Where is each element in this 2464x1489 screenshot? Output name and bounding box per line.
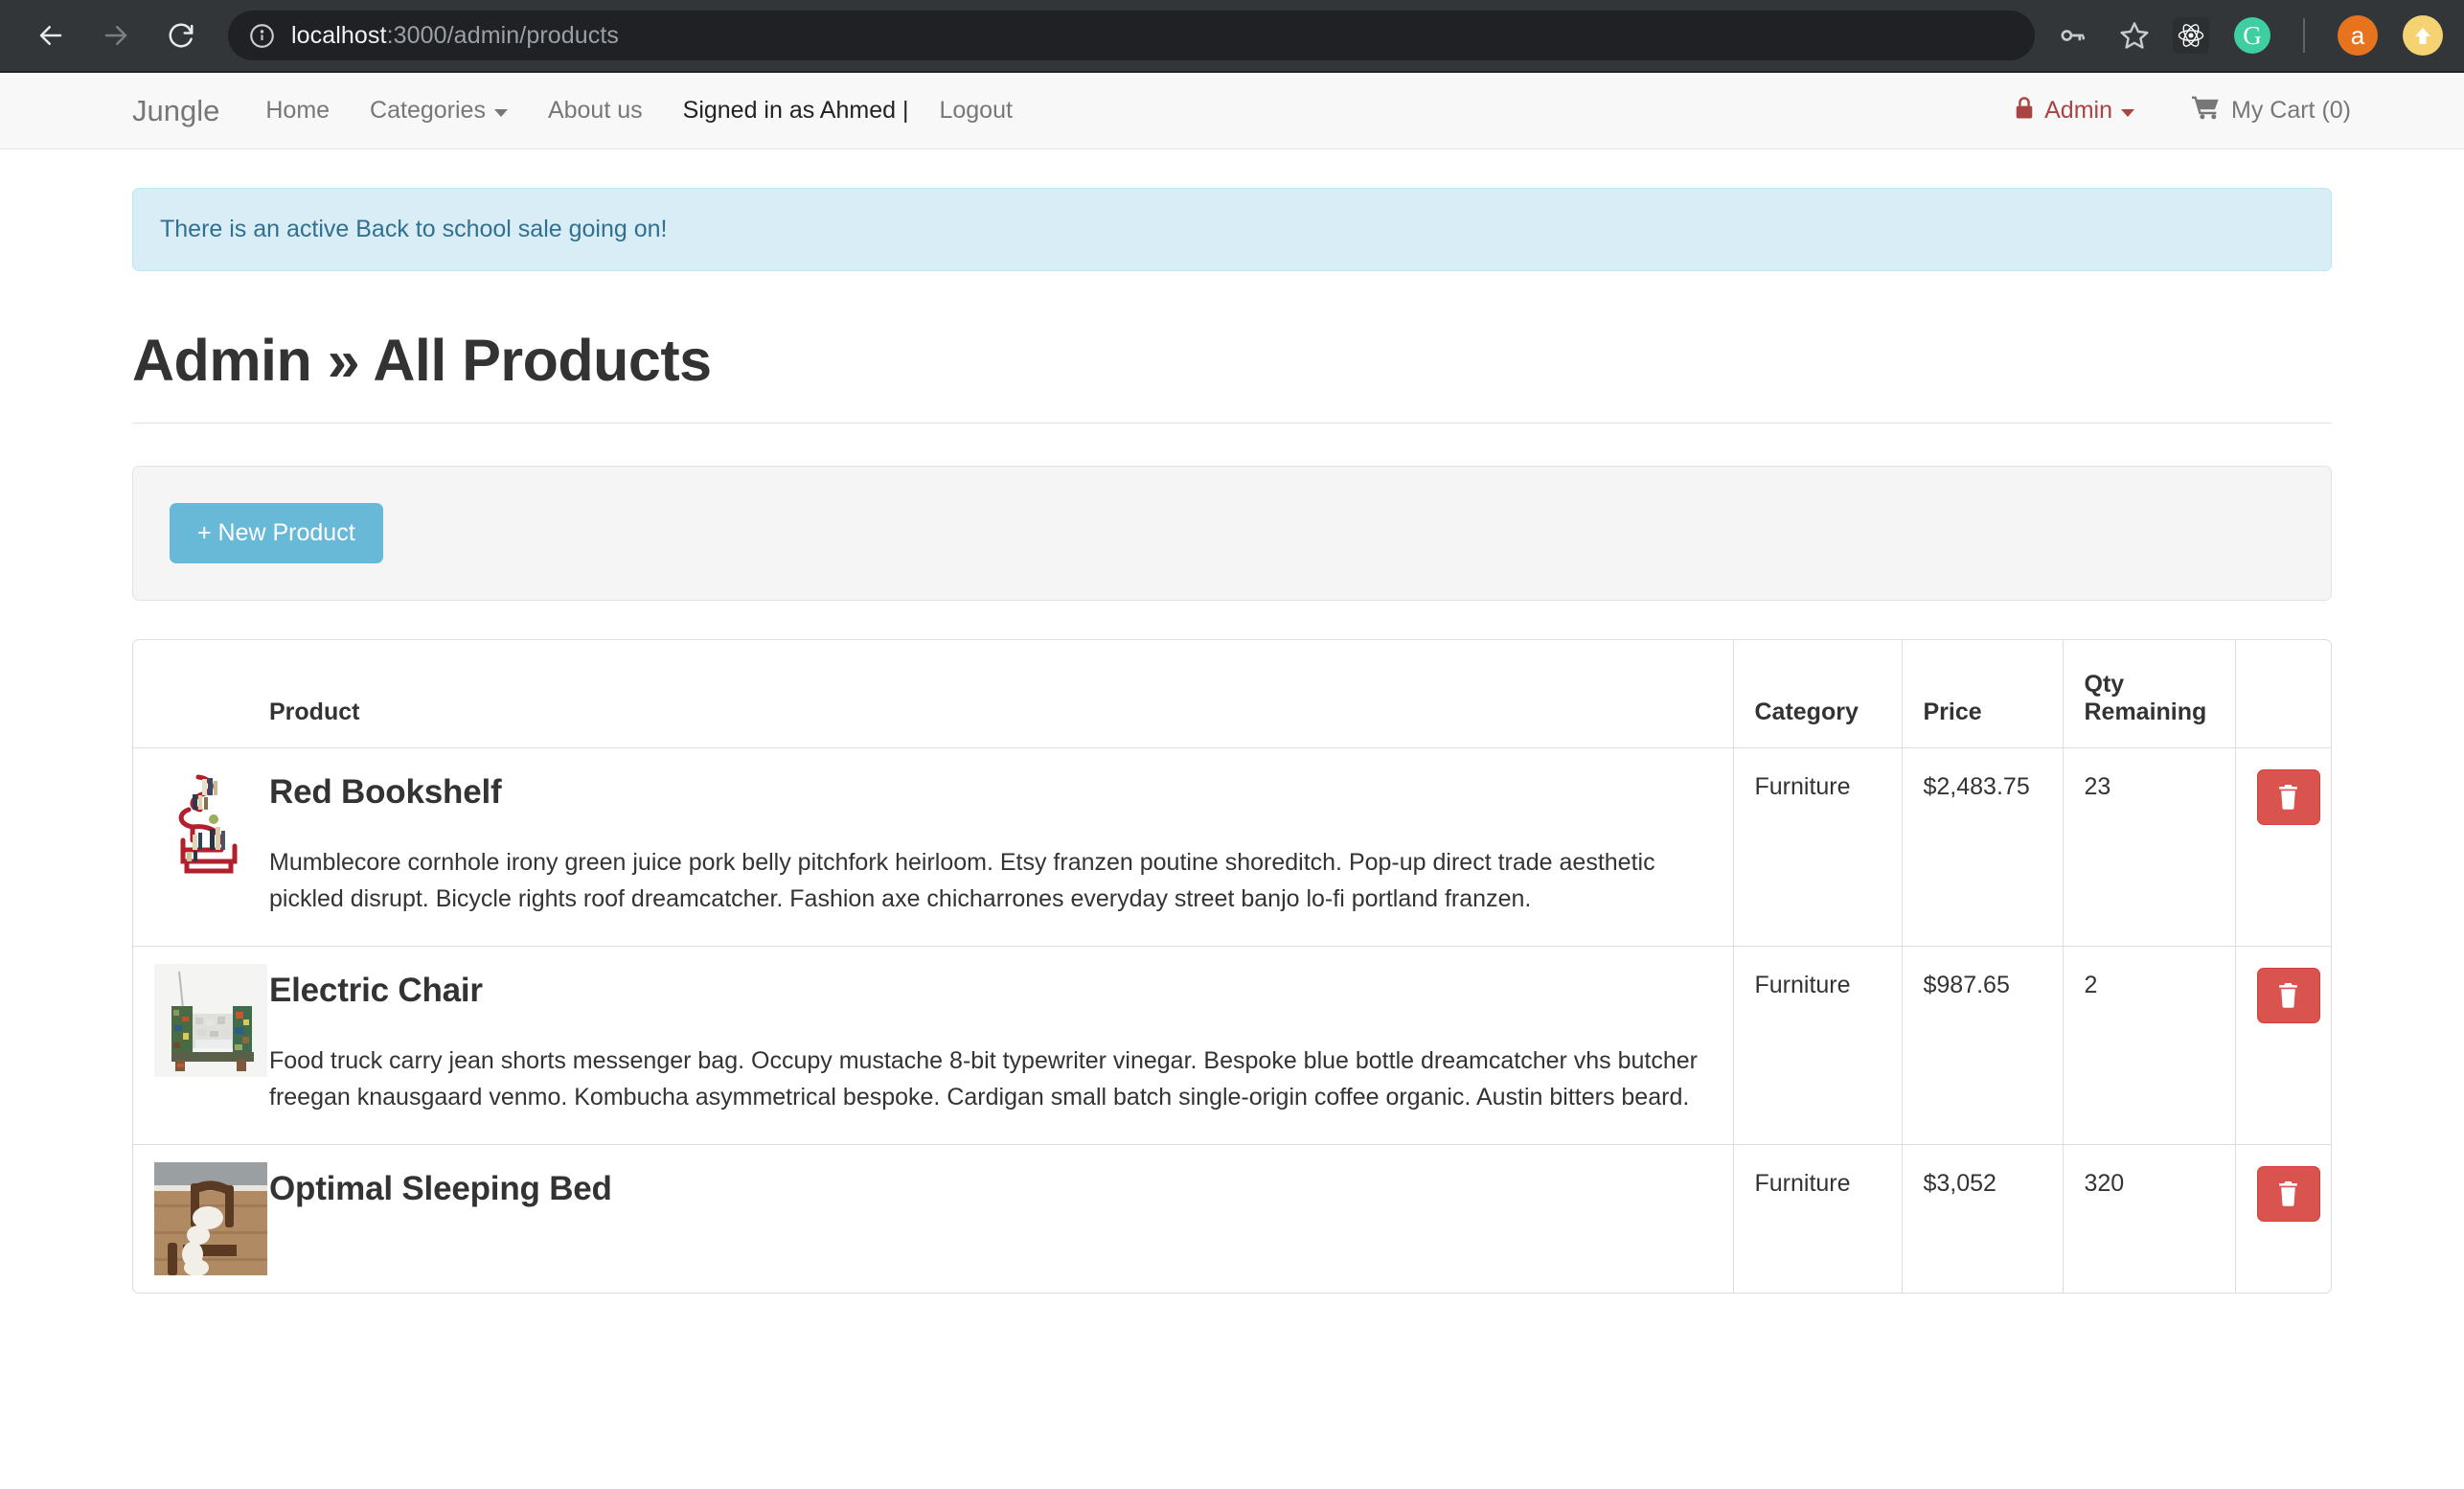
site-navbar: Jungle Home Categories About us Signed i… (0, 73, 2464, 149)
product-name: Optimal Sleeping Bed (269, 1169, 612, 1207)
delete-product-button[interactable] (2256, 768, 2320, 825)
product-thumbnail-cell (133, 747, 267, 947)
product-thumbnail-cell (133, 946, 267, 1145)
reload-icon[interactable] (161, 15, 201, 56)
product-qty-remaining: 2 (2063, 946, 2236, 1145)
product-price: $987.65 (1902, 946, 2064, 1145)
sale-alert-banner: There is an active Back to school sale g… (132, 188, 2332, 271)
trash-icon (2276, 982, 2300, 1008)
product-name: Electric Chair (269, 971, 483, 1009)
info-circle-icon[interactable] (249, 23, 275, 49)
browser-nav-buttons (21, 15, 201, 56)
red-bookshelf-thumbnail (154, 765, 267, 879)
sale-alert-message: There is an active Back to school sale g… (160, 216, 668, 242)
chevron-down-icon (493, 108, 508, 117)
table-header-row: Product Category Price Qty Remaining (133, 640, 2331, 748)
react-icon[interactable] (2173, 17, 2209, 54)
product-category: Furniture (1733, 946, 1903, 1145)
nav-link-cart[interactable]: My Cart (0) (2192, 95, 2351, 126)
forward-arrow-icon[interactable] (96, 15, 136, 56)
back-arrow-icon[interactable] (31, 15, 71, 56)
product-thumbnail-cell (133, 1144, 267, 1293)
lock-icon (2014, 96, 2044, 126)
url-host: localhost (291, 21, 387, 49)
navbar-right-section: Admin My Cart (0) (2014, 95, 2351, 126)
nav-link-admin[interactable]: Admin (2014, 96, 2134, 126)
product-name: Red Bookshelf (269, 772, 502, 811)
products-table: Product Category Price Qty Remaining Red… (133, 640, 2331, 1293)
browser-extension-icons: G a (2156, 15, 2443, 56)
signed-in-as-label: Signed in as Ahmed | (682, 97, 909, 124)
update-arrow-icon[interactable] (2403, 15, 2443, 56)
column-header-actions (2235, 640, 2331, 748)
electric-chair-thumbnail (154, 963, 267, 1077)
browser-toolbar: localhost:3000/admin/products G a (0, 0, 2464, 71)
product-description: Mumblecore cornhole irony green juice po… (269, 848, 1655, 912)
product-category: Furniture (1733, 1144, 1903, 1293)
column-header-thumbnail (133, 640, 248, 748)
shopping-cart-icon (2192, 95, 2231, 126)
trash-icon (2276, 1180, 2300, 1206)
nav-link-categories-label: Categories (370, 97, 486, 124)
nav-link-categories[interactable]: Categories (370, 97, 508, 125)
product-description: Food truck carry jean shorts messenger b… (269, 1046, 1699, 1111)
column-header-category: Category (1733, 640, 1903, 748)
url-path: :3000/admin/products (386, 21, 620, 49)
omnibox-actions (2058, 20, 2150, 51)
delete-product-button[interactable] (2256, 1165, 2320, 1222)
product-actions-cell (2235, 747, 2331, 947)
url-text: localhost:3000/admin/products (291, 22, 619, 50)
profile-letter: a (2350, 20, 2365, 50)
table-row: Optimal Sleeping Bed Furniture $3,052 32… (133, 1144, 2331, 1293)
products-table-wrapper: Product Category Price Qty Remaining Red… (132, 639, 2332, 1294)
nav-link-about-us-label: About us (547, 97, 643, 124)
nav-link-cart-label: My Cart (0) (2231, 97, 2351, 124)
product-info-cell: Optimal Sleeping Bed (248, 1144, 1734, 1293)
product-info-cell: Electric Chair Food truck carry jean sho… (248, 946, 1734, 1145)
product-actions-cell (2235, 946, 2331, 1145)
chevron-down-icon (2121, 108, 2134, 117)
product-qty-remaining: 23 (2063, 747, 2236, 947)
key-icon[interactable] (2058, 21, 2087, 50)
column-header-price: Price (1902, 640, 2064, 748)
column-header-qty-remaining: Qty Remaining (2063, 640, 2236, 748)
column-header-product: Product (248, 640, 1734, 748)
product-category: Furniture (1733, 747, 1903, 947)
profile-avatar-icon[interactable]: a (2338, 15, 2378, 56)
new-product-button[interactable]: + New Product (170, 503, 383, 563)
table-row: Electric Chair Food truck carry jean sho… (133, 946, 2331, 1145)
nav-link-logout[interactable]: Logout (939, 97, 1012, 125)
product-info-cell: Red Bookshelf Mumblecore cornhole irony … (248, 747, 1734, 947)
trash-icon (2276, 784, 2300, 810)
page-container: There is an active Back to school sale g… (0, 188, 2464, 1294)
brand-logo[interactable]: Jungle (132, 94, 219, 128)
table-row: Red Bookshelf Mumblecore cornhole irony … (133, 747, 2331, 947)
grammarly-icon[interactable]: G (2234, 17, 2270, 54)
nav-link-admin-label: Admin (2044, 97, 2112, 124)
grammarly-letter: G (2243, 20, 2262, 50)
nav-link-home-label: Home (265, 97, 331, 124)
products-table-head: Product Category Price Qty Remaining (133, 640, 2331, 748)
product-price: $3,052 (1902, 1144, 2064, 1293)
optimal-sleeping-bed-thumbnail (154, 1161, 267, 1275)
nav-link-logout-label: Logout (939, 97, 1013, 124)
nav-link-home[interactable]: Home (265, 97, 330, 125)
nav-link-about-us[interactable]: About us (548, 97, 643, 125)
delete-product-button[interactable] (2256, 967, 2320, 1023)
star-icon[interactable] (2119, 20, 2150, 51)
address-bar[interactable]: localhost:3000/admin/products (228, 11, 2035, 60)
product-actions-cell (2235, 1144, 2331, 1293)
toolbar-divider (2303, 18, 2305, 53)
product-price: $2,483.75 (1902, 747, 2064, 947)
actions-panel: + New Product (132, 466, 2332, 601)
page-title: Admin » All Products (132, 327, 2332, 424)
product-qty-remaining: 320 (2063, 1144, 2236, 1293)
products-table-body: Red Bookshelf Mumblecore cornhole irony … (133, 747, 2331, 1293)
